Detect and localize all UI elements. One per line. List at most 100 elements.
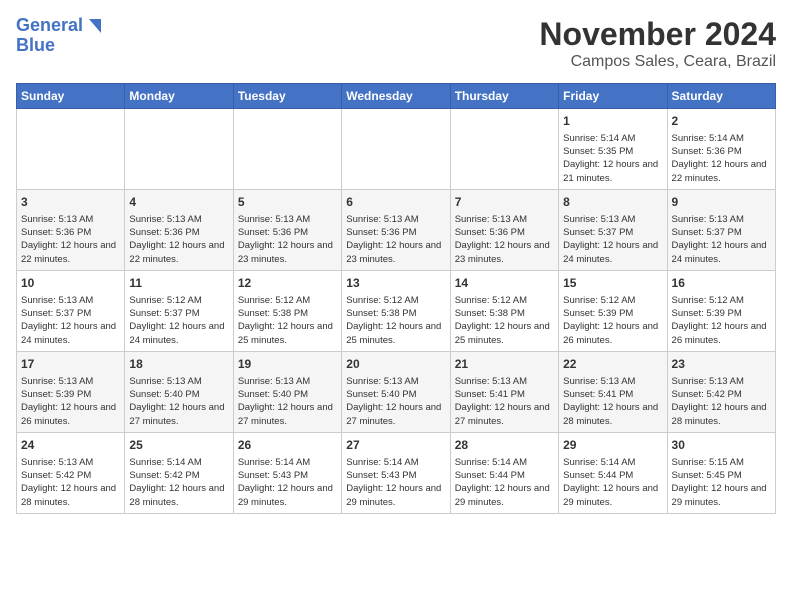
day-number: 2 [672, 113, 771, 130]
day-info: Sunrise: 5:12 AMSunset: 5:39 PMDaylight:… [672, 295, 767, 346]
day-info: Sunrise: 5:13 AMSunset: 5:36 PMDaylight:… [21, 214, 116, 265]
calendar-cell: 7 Sunrise: 5:13 AMSunset: 5:36 PMDaylight… [450, 189, 558, 270]
day-number: 13 [346, 275, 445, 292]
day-number: 4 [129, 194, 228, 211]
day-number: 19 [238, 356, 337, 373]
day-info: Sunrise: 5:13 AMSunset: 5:41 PMDaylight:… [455, 376, 550, 427]
day-info: Sunrise: 5:12 AMSunset: 5:39 PMDaylight:… [563, 295, 658, 346]
calendar-cell: 13 Sunrise: 5:12 AMSunset: 5:38 PMDayligh… [342, 270, 450, 351]
calendar-cell: 6Sunrise: 5:13 AMSunset: 5:36 PMDaylight… [342, 189, 450, 270]
day-number: 30 [672, 437, 771, 454]
calendar-week-row: 24Sunrise: 5:13 AMSunset: 5:42 PMDayligh… [17, 432, 776, 513]
day-number: 1 [563, 113, 662, 130]
day-info: Sunrise: 5:14 AMSunset: 5:35 PMDaylight:… [563, 133, 658, 184]
calendar-day-header: Friday [559, 84, 667, 109]
page-header: General Blue November 2024 Campos Sales,… [16, 16, 776, 71]
day-info: Sunrise: 5:15 AMSunset: 5:45 PMDaylight:… [672, 457, 767, 508]
logo-text-line2: Blue [16, 36, 55, 56]
calendar-cell: 14Sunrise: 5:12 AMSunset: 5:38 PMDayligh… [450, 270, 558, 351]
day-info: Sunrise: 5:13 AMSunset: 5:40 PMDaylight:… [346, 376, 441, 427]
calendar-cell: 18 Sunrise: 5:13 AMSunset: 5:40 PMDayligh… [125, 351, 233, 432]
day-info: Sunrise: 5:13 AMSunset: 5:37 PMDaylight:… [21, 295, 116, 346]
calendar-cell: 28 Sunrise: 5:14 AMSunset: 5:44 PMDayligh… [450, 432, 558, 513]
calendar-day-header: Saturday [667, 84, 775, 109]
day-number: 10 [21, 275, 120, 292]
calendar-week-row: 17 Sunrise: 5:13 AMSunset: 5:39 PMDayligh… [17, 351, 776, 432]
day-info: Sunrise: 5:13 AMSunset: 5:42 PMDaylight:… [21, 457, 116, 508]
calendar-title: November 2024 [539, 16, 776, 53]
calendar-cell: 2 Sunrise: 5:14 AMSunset: 5:36 PMDaylight… [667, 109, 775, 190]
day-number: 8 [563, 194, 662, 211]
day-info: Sunrise: 5:13 AMSunset: 5:40 PMDaylight:… [238, 376, 333, 427]
day-info: Sunrise: 5:13 AMSunset: 5:37 PMDaylight:… [563, 214, 658, 265]
calendar-header: SundayMondayTuesdayWednesdayThursdayFrid… [17, 84, 776, 109]
calendar-cell: 22Sunrise: 5:13 AMSunset: 5:41 PMDayligh… [559, 351, 667, 432]
calendar-cell: 30 Sunrise: 5:15 AMSunset: 5:45 PMDayligh… [667, 432, 775, 513]
calendar-cell: 20Sunrise: 5:13 AMSunset: 5:40 PMDayligh… [342, 351, 450, 432]
logo-icon [83, 17, 101, 35]
calendar-day-header: Thursday [450, 84, 558, 109]
calendar-cell: 27 Sunrise: 5:14 AMSunset: 5:43 PMDayligh… [342, 432, 450, 513]
logo-text-line1: General [16, 16, 83, 36]
calendar-day-header: Wednesday [342, 84, 450, 109]
calendar-week-row: 1 Sunrise: 5:14 AMSunset: 5:35 PMDaylight… [17, 109, 776, 190]
calendar-cell: 19 Sunrise: 5:13 AMSunset: 5:40 PMDayligh… [233, 351, 341, 432]
day-info: Sunrise: 5:12 AMSunset: 5:38 PMDaylight:… [346, 295, 441, 346]
day-number: 26 [238, 437, 337, 454]
day-info: Sunrise: 5:13 AMSunset: 5:36 PMDaylight:… [129, 214, 224, 265]
day-number: 9 [672, 194, 771, 211]
day-number: 12 [238, 275, 337, 292]
calendar-cell: 24Sunrise: 5:13 AMSunset: 5:42 PMDayligh… [17, 432, 125, 513]
day-info: Sunrise: 5:13 AMSunset: 5:39 PMDaylight:… [21, 376, 116, 427]
calendar-week-row: 10 Sunrise: 5:13 AMSunset: 5:37 PMDayligh… [17, 270, 776, 351]
day-info: Sunrise: 5:13 AMSunset: 5:36 PMDaylight:… [455, 214, 550, 265]
day-number: 17 [21, 356, 120, 373]
calendar-cell: 15 Sunrise: 5:12 AMSunset: 5:39 PMDayligh… [559, 270, 667, 351]
calendar-cell [233, 109, 341, 190]
calendar-table: SundayMondayTuesdayWednesdayThursdayFrid… [16, 83, 776, 514]
calendar-day-header: Monday [125, 84, 233, 109]
calendar-subtitle: Campos Sales, Ceara, Brazil [539, 53, 776, 71]
calendar-cell: 12Sunrise: 5:12 AMSunset: 5:38 PMDayligh… [233, 270, 341, 351]
day-info: Sunrise: 5:13 AMSunset: 5:42 PMDaylight:… [672, 376, 767, 427]
title-block: November 2024 Campos Sales, Ceara, Brazi… [539, 16, 776, 71]
calendar-cell: 26 Sunrise: 5:14 AMSunset: 5:43 PMDayligh… [233, 432, 341, 513]
calendar-cell: 10 Sunrise: 5:13 AMSunset: 5:37 PMDayligh… [17, 270, 125, 351]
day-number: 22 [563, 356, 662, 373]
day-info: Sunrise: 5:12 AMSunset: 5:38 PMDaylight:… [455, 295, 550, 346]
day-info: Sunrise: 5:13 AMSunset: 5:37 PMDaylight:… [672, 214, 767, 265]
day-info: Sunrise: 5:14 AMSunset: 5:42 PMDaylight:… [129, 457, 224, 508]
day-info: Sunrise: 5:14 AMSunset: 5:36 PMDaylight:… [672, 133, 767, 184]
calendar-cell: 25 Sunrise: 5:14 AMSunset: 5:42 PMDayligh… [125, 432, 233, 513]
logo: General Blue [16, 16, 101, 56]
day-info: Sunrise: 5:13 AMSunset: 5:40 PMDaylight:… [129, 376, 224, 427]
day-number: 15 [563, 275, 662, 292]
calendar-cell: 5Sunrise: 5:13 AMSunset: 5:36 PMDaylight… [233, 189, 341, 270]
day-info: Sunrise: 5:14 AMSunset: 5:43 PMDaylight:… [346, 457, 441, 508]
day-number: 18 [129, 356, 228, 373]
day-info: Sunrise: 5:14 AMSunset: 5:44 PMDaylight:… [455, 457, 550, 508]
day-number: 25 [129, 437, 228, 454]
day-number: 3 [21, 194, 120, 211]
calendar-cell: 11Sunrise: 5:12 AMSunset: 5:37 PMDayligh… [125, 270, 233, 351]
calendar-week-row: 3 Sunrise: 5:13 AMSunset: 5:36 PMDaylight… [17, 189, 776, 270]
day-number: 27 [346, 437, 445, 454]
calendar-cell: 4 Sunrise: 5:13 AMSunset: 5:36 PMDaylight… [125, 189, 233, 270]
calendar-day-header: Tuesday [233, 84, 341, 109]
day-number: 5 [238, 194, 337, 211]
day-number: 11 [129, 275, 228, 292]
day-info: Sunrise: 5:14 AMSunset: 5:44 PMDaylight:… [563, 457, 658, 508]
calendar-cell: 1 Sunrise: 5:14 AMSunset: 5:35 PMDaylight… [559, 109, 667, 190]
calendar-cell [17, 109, 125, 190]
calendar-cell: 3 Sunrise: 5:13 AMSunset: 5:36 PMDaylight… [17, 189, 125, 270]
calendar-cell: 21 Sunrise: 5:13 AMSunset: 5:41 PMDayligh… [450, 351, 558, 432]
day-number: 28 [455, 437, 554, 454]
day-info: Sunrise: 5:14 AMSunset: 5:43 PMDaylight:… [238, 457, 333, 508]
calendar-cell: 16Sunrise: 5:12 AMSunset: 5:39 PMDayligh… [667, 270, 775, 351]
calendar-day-header: Sunday [17, 84, 125, 109]
day-number: 21 [455, 356, 554, 373]
calendar-cell [450, 109, 558, 190]
day-number: 7 [455, 194, 554, 211]
calendar-cell [125, 109, 233, 190]
day-info: Sunrise: 5:13 AMSunset: 5:36 PMDaylight:… [346, 214, 441, 265]
